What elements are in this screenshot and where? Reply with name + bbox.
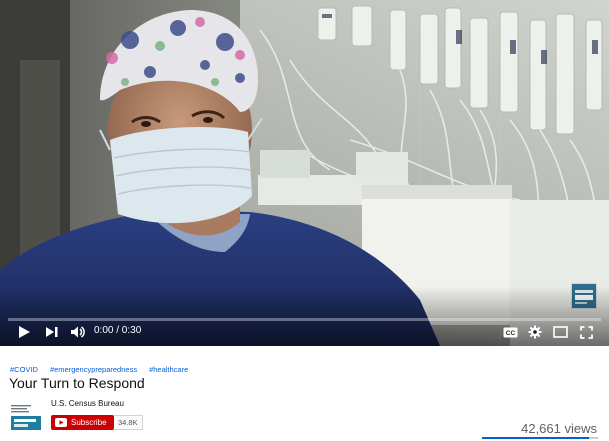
captions-icon: CC <box>503 327 517 337</box>
video-title: Your Turn to Respond <box>9 375 145 391</box>
channel-name[interactable]: U.S. Census Bureau <box>51 399 124 408</box>
time-display: 0:00 / 0:30 <box>94 325 142 336</box>
miniplayer-icon <box>552 326 568 338</box>
fullscreen-icon <box>579 325 593 339</box>
census-logo-icon <box>9 401 43 433</box>
volume-icon <box>71 326 85 338</box>
progress-bar[interactable] <box>8 318 601 321</box>
like-ratio-fill <box>482 437 589 439</box>
settings-button[interactable] <box>525 322 545 342</box>
channel-avatar[interactable] <box>9 401 43 433</box>
captions-button[interactable]: CC <box>500 322 520 342</box>
video-player[interactable]: 0:00 / 0:30 CC <box>0 0 609 346</box>
play-icon <box>19 326 30 338</box>
subscriber-count: 34.8K <box>114 415 143 430</box>
gear-icon <box>528 325 542 339</box>
hashtag-link[interactable]: #healthcare <box>149 365 188 374</box>
mute-button[interactable] <box>68 322 88 342</box>
miniplayer-button[interactable] <box>550 322 570 342</box>
hashtag-list: #COVID #emergencypreparedness #healthcar… <box>10 365 188 374</box>
hashtag-link[interactable]: #emergencypreparedness <box>50 365 137 374</box>
hashtag-link[interactable]: #COVID <box>10 365 38 374</box>
subscribe-label: Subscribe <box>71 418 107 427</box>
play-button[interactable] <box>14 322 34 342</box>
fullscreen-button[interactable] <box>576 322 596 342</box>
svg-text:CC: CC <box>505 330 515 337</box>
next-icon <box>46 327 58 337</box>
next-button[interactable] <box>42 322 62 342</box>
like-dislike-bar <box>482 437 598 439</box>
subscribe-button[interactable]: Subscribe <box>51 415 114 430</box>
view-count: 42,661 views <box>521 421 597 436</box>
youtube-logo-icon <box>55 418 67 427</box>
